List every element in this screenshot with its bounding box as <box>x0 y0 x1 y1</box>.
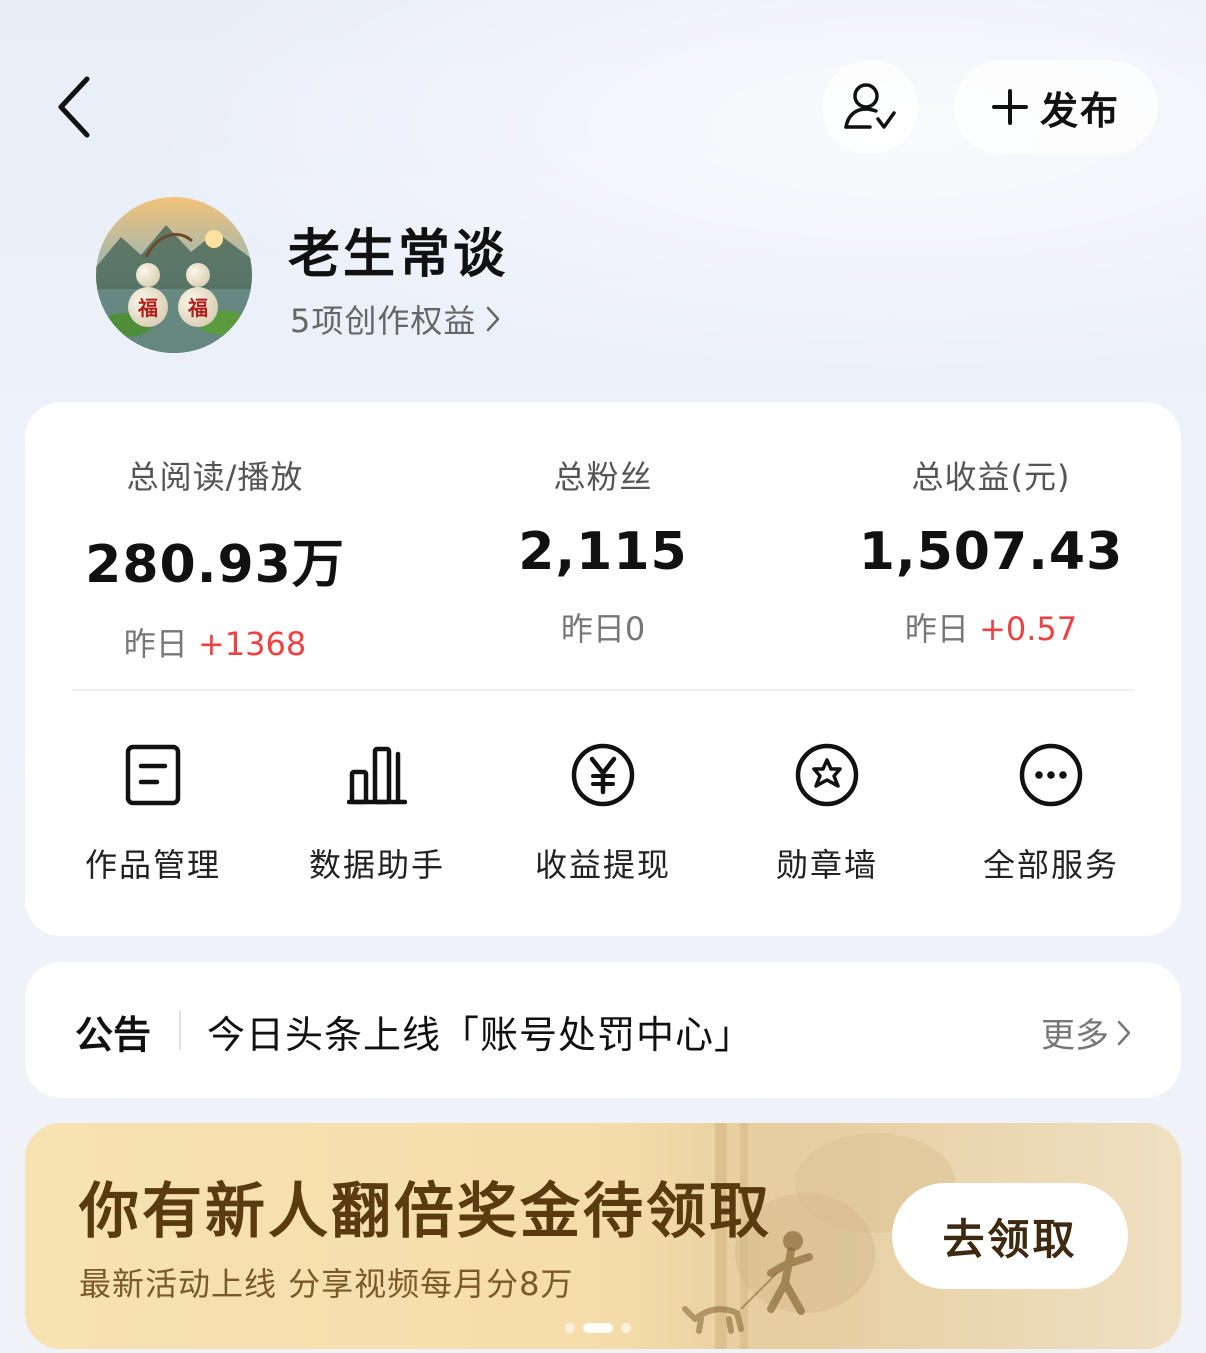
service-badge-wall[interactable]: 勋章墙 <box>715 740 939 886</box>
announcement-more-link[interactable]: 更多 <box>1041 1008 1131 1057</box>
stat-label: 总阅读/播放 <box>126 458 304 496</box>
creator-rights-link[interactable]: 5项创作权益 <box>290 296 500 342</box>
carousel-dot-active <box>583 1323 613 1333</box>
promo-banner[interactable]: 你有新人翻倍奖金待领取 最新活动上线 分享视频每月分8万 去领取 <box>25 1123 1181 1349</box>
claim-button[interactable]: 去领取 <box>892 1183 1128 1289</box>
stat-yesterday: 昨日 +1368 <box>25 619 405 665</box>
creator-rights-label: 5项创作权益 <box>290 302 477 340</box>
follow-manage-button[interactable] <box>822 60 918 154</box>
badge-icon <box>795 743 859 807</box>
plus-icon <box>991 89 1028 125</box>
stat-yesterday: 昨日 +0.57 <box>801 604 1181 650</box>
chevron-right-icon <box>1117 1020 1131 1045</box>
profile-name: 老生常谈 <box>288 225 509 285</box>
yesterday-delta: 0 <box>624 610 646 648</box>
yesterday-delta: +0.57 <box>979 610 1078 648</box>
announcement-text[interactable]: 今日头条上线「账号处罚中心」 <box>207 1004 753 1059</box>
svg-text:福: 福 <box>137 296 158 320</box>
service-label: 作品管理 <box>84 846 221 884</box>
service-label: 收益提现 <box>534 846 671 884</box>
yesterday-prefix: 昨日 <box>123 625 188 663</box>
stat-value: 280.93万 <box>85 535 345 595</box>
avatar-image: 福 福 <box>96 197 252 353</box>
service-label: 勋章墙 <box>775 846 878 884</box>
yesterday-delta: +1368 <box>197 625 307 663</box>
stats-card: 总阅读/播放 280.93万 昨日 +1368 总粉丝 2,115 昨日0 总收… <box>25 402 1181 936</box>
service-works-management[interactable]: 作品管理 <box>41 740 265 886</box>
carousel-dot <box>565 1323 575 1333</box>
service-data-assistant[interactable]: 数据助手 <box>265 740 489 886</box>
back-button[interactable] <box>40 62 110 152</box>
more-label: 更多 <box>1041 1016 1109 1056</box>
stat-value: 1,507.43 <box>858 522 1124 582</box>
user-check-icon <box>844 83 896 129</box>
service-label: 全部服务 <box>982 846 1119 884</box>
bar-chart-icon <box>347 746 407 805</box>
announcement-bar[interactable]: 公告 今日头条上线「账号处罚中心」 更多 <box>25 962 1181 1098</box>
divider <box>179 1010 181 1050</box>
yesterday-prefix: 昨日 <box>904 610 969 648</box>
chevron-right-icon <box>487 306 500 332</box>
stat-label: 总收益(元) <box>911 458 1071 496</box>
stat-yesterday: 昨日0 <box>413 604 793 650</box>
service-withdraw-earnings[interactable]: 收益提现 <box>491 740 715 886</box>
carousel-dot <box>621 1323 631 1333</box>
document-icon <box>125 744 181 806</box>
avatar[interactable]: 福 福 <box>96 197 252 353</box>
stat-total-reads[interactable]: 总阅读/播放 280.93万 昨日 +1368 <box>25 452 405 665</box>
stat-label: 总粉丝 <box>553 458 653 496</box>
yesterday-prefix: 昨日 <box>560 610 625 648</box>
divider <box>72 689 1134 691</box>
svg-text:福: 福 <box>187 296 208 320</box>
more-icon <box>1019 743 1083 807</box>
chevron-left-icon <box>58 76 90 138</box>
yen-icon <box>571 743 635 807</box>
banner-title: 你有新人翻倍奖金待领取 <box>79 1177 772 1247</box>
service-all-services[interactable]: 全部服务 <box>939 740 1163 886</box>
stat-total-earnings[interactable]: 总收益(元) 1,507.43 昨日 +0.57 <box>801 452 1181 650</box>
stat-value: 2,115 <box>518 522 688 582</box>
publish-button[interactable]: 发布 <box>954 60 1158 154</box>
publish-label: 发布 <box>1039 88 1120 133</box>
service-label: 数据助手 <box>308 846 445 884</box>
banner-subtitle: 最新活动上线 分享视频每月分8万 <box>79 1265 574 1303</box>
carousel-indicator <box>565 1323 631 1333</box>
announcement-tag: 公告 <box>75 1013 152 1057</box>
stat-total-fans[interactable]: 总粉丝 2,115 昨日0 <box>413 452 793 650</box>
